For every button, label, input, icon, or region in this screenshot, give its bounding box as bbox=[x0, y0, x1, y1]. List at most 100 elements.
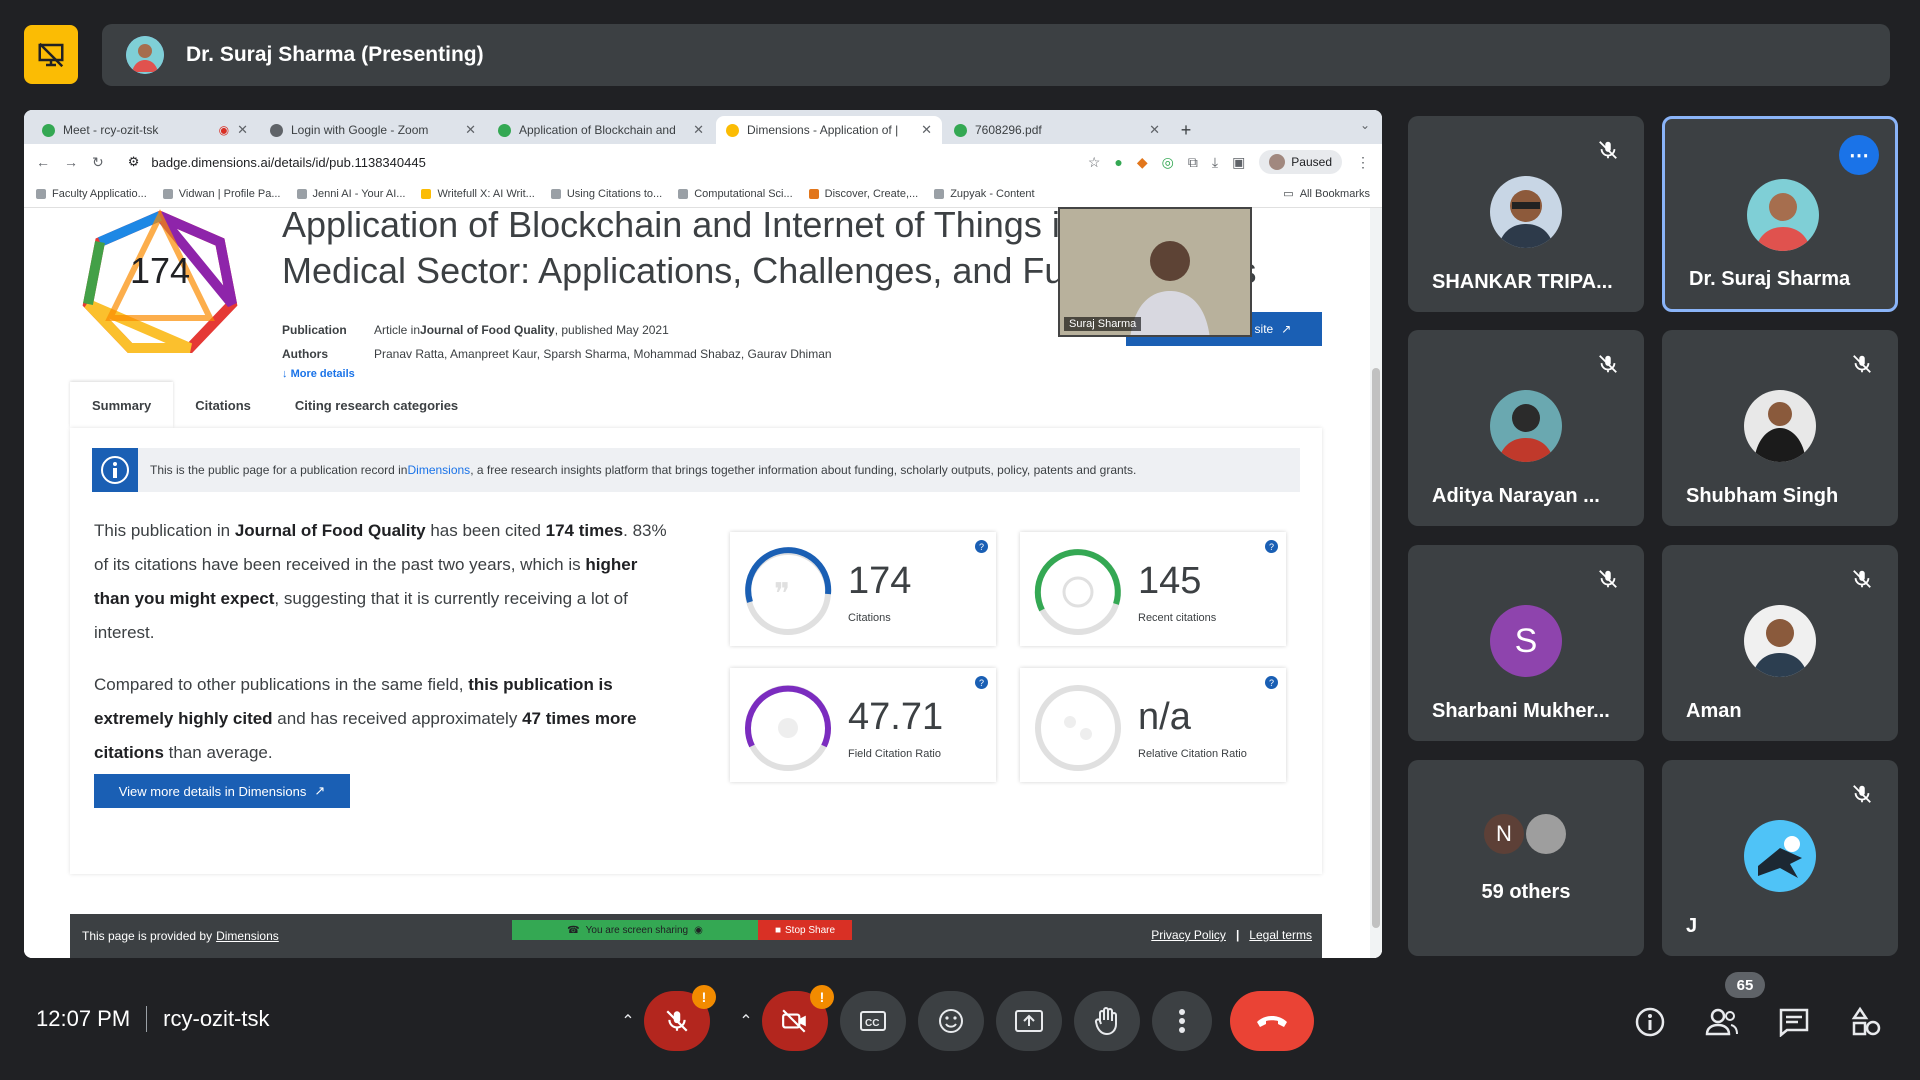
google-favicon-icon bbox=[270, 123, 283, 137]
download-icon[interactable]: ⤓ bbox=[1212, 154, 1218, 171]
tab-summary[interactable]: Summary bbox=[70, 382, 174, 428]
close-tab-icon[interactable]: ✕ bbox=[465, 122, 476, 138]
bookmark-item[interactable]: Writefull X: AI Writ... bbox=[421, 188, 535, 200]
activities-icon[interactable] bbox=[1848, 1004, 1884, 1040]
browser-tab-blockchain[interactable]: Application of Blockchain and ✕ bbox=[488, 116, 714, 144]
url-text: badge.dimensions.ai/details/id/pub.11383… bbox=[151, 154, 426, 170]
privacy-policy-link[interactable]: Privacy Policy bbox=[1151, 928, 1226, 942]
back-icon[interactable]: ← bbox=[36, 154, 50, 170]
page-tabs: Summary Citations Citing research catego… bbox=[70, 380, 1322, 428]
bookmark-item[interactable]: Zupyak - Content bbox=[934, 188, 1035, 200]
microphone-button[interactable]: ! bbox=[644, 985, 716, 1051]
help-icon[interactable]: ? bbox=[975, 676, 988, 689]
profile-button[interactable]: Paused bbox=[1259, 150, 1342, 174]
browser-tab-meet[interactable]: Meet - rcy-ozit-tsk ◉ ✕ bbox=[32, 116, 258, 144]
metric-card-relative-citation-ratio: n/a Relative Citation Ratio ? bbox=[1020, 668, 1286, 782]
more-details-link[interactable]: ↓ More details bbox=[282, 368, 355, 380]
participant-tile[interactable]: S Sharbani Mukher... bbox=[1408, 545, 1644, 741]
external-link-icon: ↗ bbox=[314, 783, 326, 798]
participant-tile[interactable]: J bbox=[1662, 760, 1898, 956]
participant-tile[interactable]: SHANKAR TRIPA... bbox=[1408, 116, 1644, 312]
people-icon[interactable] bbox=[1704, 1004, 1740, 1040]
clock: 12:07 PM bbox=[36, 1006, 131, 1031]
present-now-button[interactable] bbox=[996, 991, 1062, 1051]
camera-off-icon bbox=[782, 1009, 806, 1033]
view-more-details-button[interactable]: View more details in Dimensions ↗ bbox=[94, 774, 350, 808]
presentation-indicator-icon[interactable] bbox=[24, 25, 78, 84]
more-options-icon[interactable]: ⋯ bbox=[1839, 135, 1879, 175]
extension-icon[interactable]: ● bbox=[1114, 154, 1122, 170]
browser-tab-dimensions[interactable]: Dimensions - Application of | ✕ bbox=[716, 116, 942, 144]
captions-button[interactable]: CC bbox=[840, 991, 906, 1051]
chat-icon[interactable] bbox=[1776, 1004, 1812, 1040]
help-icon[interactable]: ? bbox=[1265, 540, 1278, 553]
camera-button[interactable]: ! bbox=[762, 985, 834, 1051]
tab-citations[interactable]: Citations bbox=[173, 382, 273, 428]
bookmark-item[interactable]: Faculty Applicatio... bbox=[36, 188, 147, 200]
info-icon bbox=[92, 448, 138, 492]
forward-icon[interactable]: → bbox=[64, 154, 78, 170]
citations-ring-icon: ❞ bbox=[745, 547, 832, 635]
browser-tab-zoom[interactable]: Login with Google - Zoom ✕ bbox=[260, 116, 486, 144]
hand-icon bbox=[1094, 1007, 1117, 1036]
bookmark-item[interactable]: Computational Sci... bbox=[678, 188, 793, 200]
participant-tile-others[interactable]: N 59 others bbox=[1408, 760, 1644, 956]
end-call-icon bbox=[1257, 1016, 1287, 1027]
video-options-chevron-icon[interactable]: ⌃ bbox=[726, 991, 766, 1051]
new-tab-button[interactable]: + bbox=[1172, 116, 1200, 144]
close-tab-icon[interactable]: ✕ bbox=[237, 122, 248, 138]
close-tab-icon[interactable]: ✕ bbox=[921, 122, 932, 138]
presenter-pip-video: Suraj Sharma bbox=[1058, 207, 1252, 337]
avatar bbox=[1744, 820, 1816, 892]
emoji-icon bbox=[939, 1009, 963, 1033]
help-icon[interactable]: ? bbox=[975, 540, 988, 553]
legal-links: Privacy Policy | Legal terms bbox=[1151, 928, 1312, 942]
dimensions-link[interactable]: Dimensions bbox=[407, 463, 470, 477]
presenter-bar: Dr. Suraj Sharma (Presenting) bbox=[102, 24, 1890, 86]
close-tab-icon[interactable]: ✕ bbox=[1149, 122, 1160, 138]
scroll-thumb[interactable] bbox=[1372, 368, 1380, 928]
reload-icon[interactable]: ↻ bbox=[92, 154, 104, 171]
phone-icon: ☎ bbox=[567, 924, 580, 936]
extensions-puzzle-icon[interactable]: ⧉ bbox=[1188, 154, 1198, 171]
external-link-icon: ↗ bbox=[1281, 322, 1292, 336]
browser-tab-pdf[interactable]: 7608296.pdf ✕ bbox=[944, 116, 1170, 144]
reactions-button[interactable] bbox=[918, 991, 984, 1051]
participant-tile[interactable]: Aman bbox=[1662, 545, 1898, 741]
raise-hand-button[interactable] bbox=[1074, 991, 1140, 1051]
avatar-initial: S bbox=[1490, 605, 1562, 677]
bookmark-item[interactable]: Discover, Create,... bbox=[808, 188, 918, 200]
mic-off-icon bbox=[1594, 136, 1622, 164]
close-tab-icon[interactable]: ✕ bbox=[693, 122, 704, 138]
menu-kebab-icon[interactable]: ⋮ bbox=[1356, 154, 1370, 171]
more-options-button[interactable] bbox=[1152, 991, 1212, 1051]
participant-tile[interactable]: ⋯ Dr. Suraj Sharma bbox=[1662, 116, 1898, 312]
participant-tile[interactable]: Shubham Singh bbox=[1662, 330, 1898, 526]
tab-citing-research-categories[interactable]: Citing research categories bbox=[273, 382, 480, 428]
footer-dimensions-link[interactable]: Dimensions bbox=[216, 929, 279, 943]
extension-icon[interactable]: ◎ bbox=[1162, 154, 1174, 171]
legal-terms-link[interactable]: Legal terms bbox=[1249, 928, 1312, 942]
bookmark-item[interactable]: Using Citations to... bbox=[550, 188, 662, 200]
meet-favicon-icon bbox=[42, 123, 55, 137]
site-info-icon[interactable]: ⚙ bbox=[128, 154, 140, 170]
side-panel-icon[interactable]: ▣ bbox=[1232, 154, 1245, 171]
metamask-icon[interactable]: ◆ bbox=[1137, 154, 1148, 171]
tab-search-chevron-icon[interactable]: ⌄ bbox=[1360, 118, 1370, 132]
all-bookmarks-folder[interactable]: ▭ All Bookmarks bbox=[1283, 187, 1370, 201]
audio-options-chevron-icon[interactable]: ⌃ bbox=[608, 991, 648, 1051]
help-icon[interactable]: ? bbox=[1265, 676, 1278, 689]
stop-share-button[interactable]: ■ Stop Share bbox=[758, 920, 852, 940]
avatar bbox=[1747, 179, 1819, 251]
bookmark-item[interactable]: Vidwan | Profile Pa... bbox=[162, 188, 281, 200]
page-scrollbar[interactable] bbox=[1370, 208, 1382, 958]
address-bar[interactable]: ⚙ badge.dimensions.ai/details/id/pub.113… bbox=[118, 148, 1074, 176]
profile-avatar bbox=[1269, 154, 1286, 170]
pause-icon[interactable]: ◉ bbox=[694, 925, 703, 936]
bookmark-star-icon[interactable]: ☆ bbox=[1088, 154, 1101, 171]
bookmark-item[interactable]: Jenni AI - Your AI... bbox=[296, 188, 405, 200]
participant-tile[interactable]: Aditya Narayan ... bbox=[1408, 330, 1644, 526]
leave-call-button[interactable] bbox=[1230, 991, 1314, 1051]
meeting-details-icon[interactable] bbox=[1632, 1004, 1668, 1040]
mic-off-icon bbox=[1848, 565, 1876, 593]
